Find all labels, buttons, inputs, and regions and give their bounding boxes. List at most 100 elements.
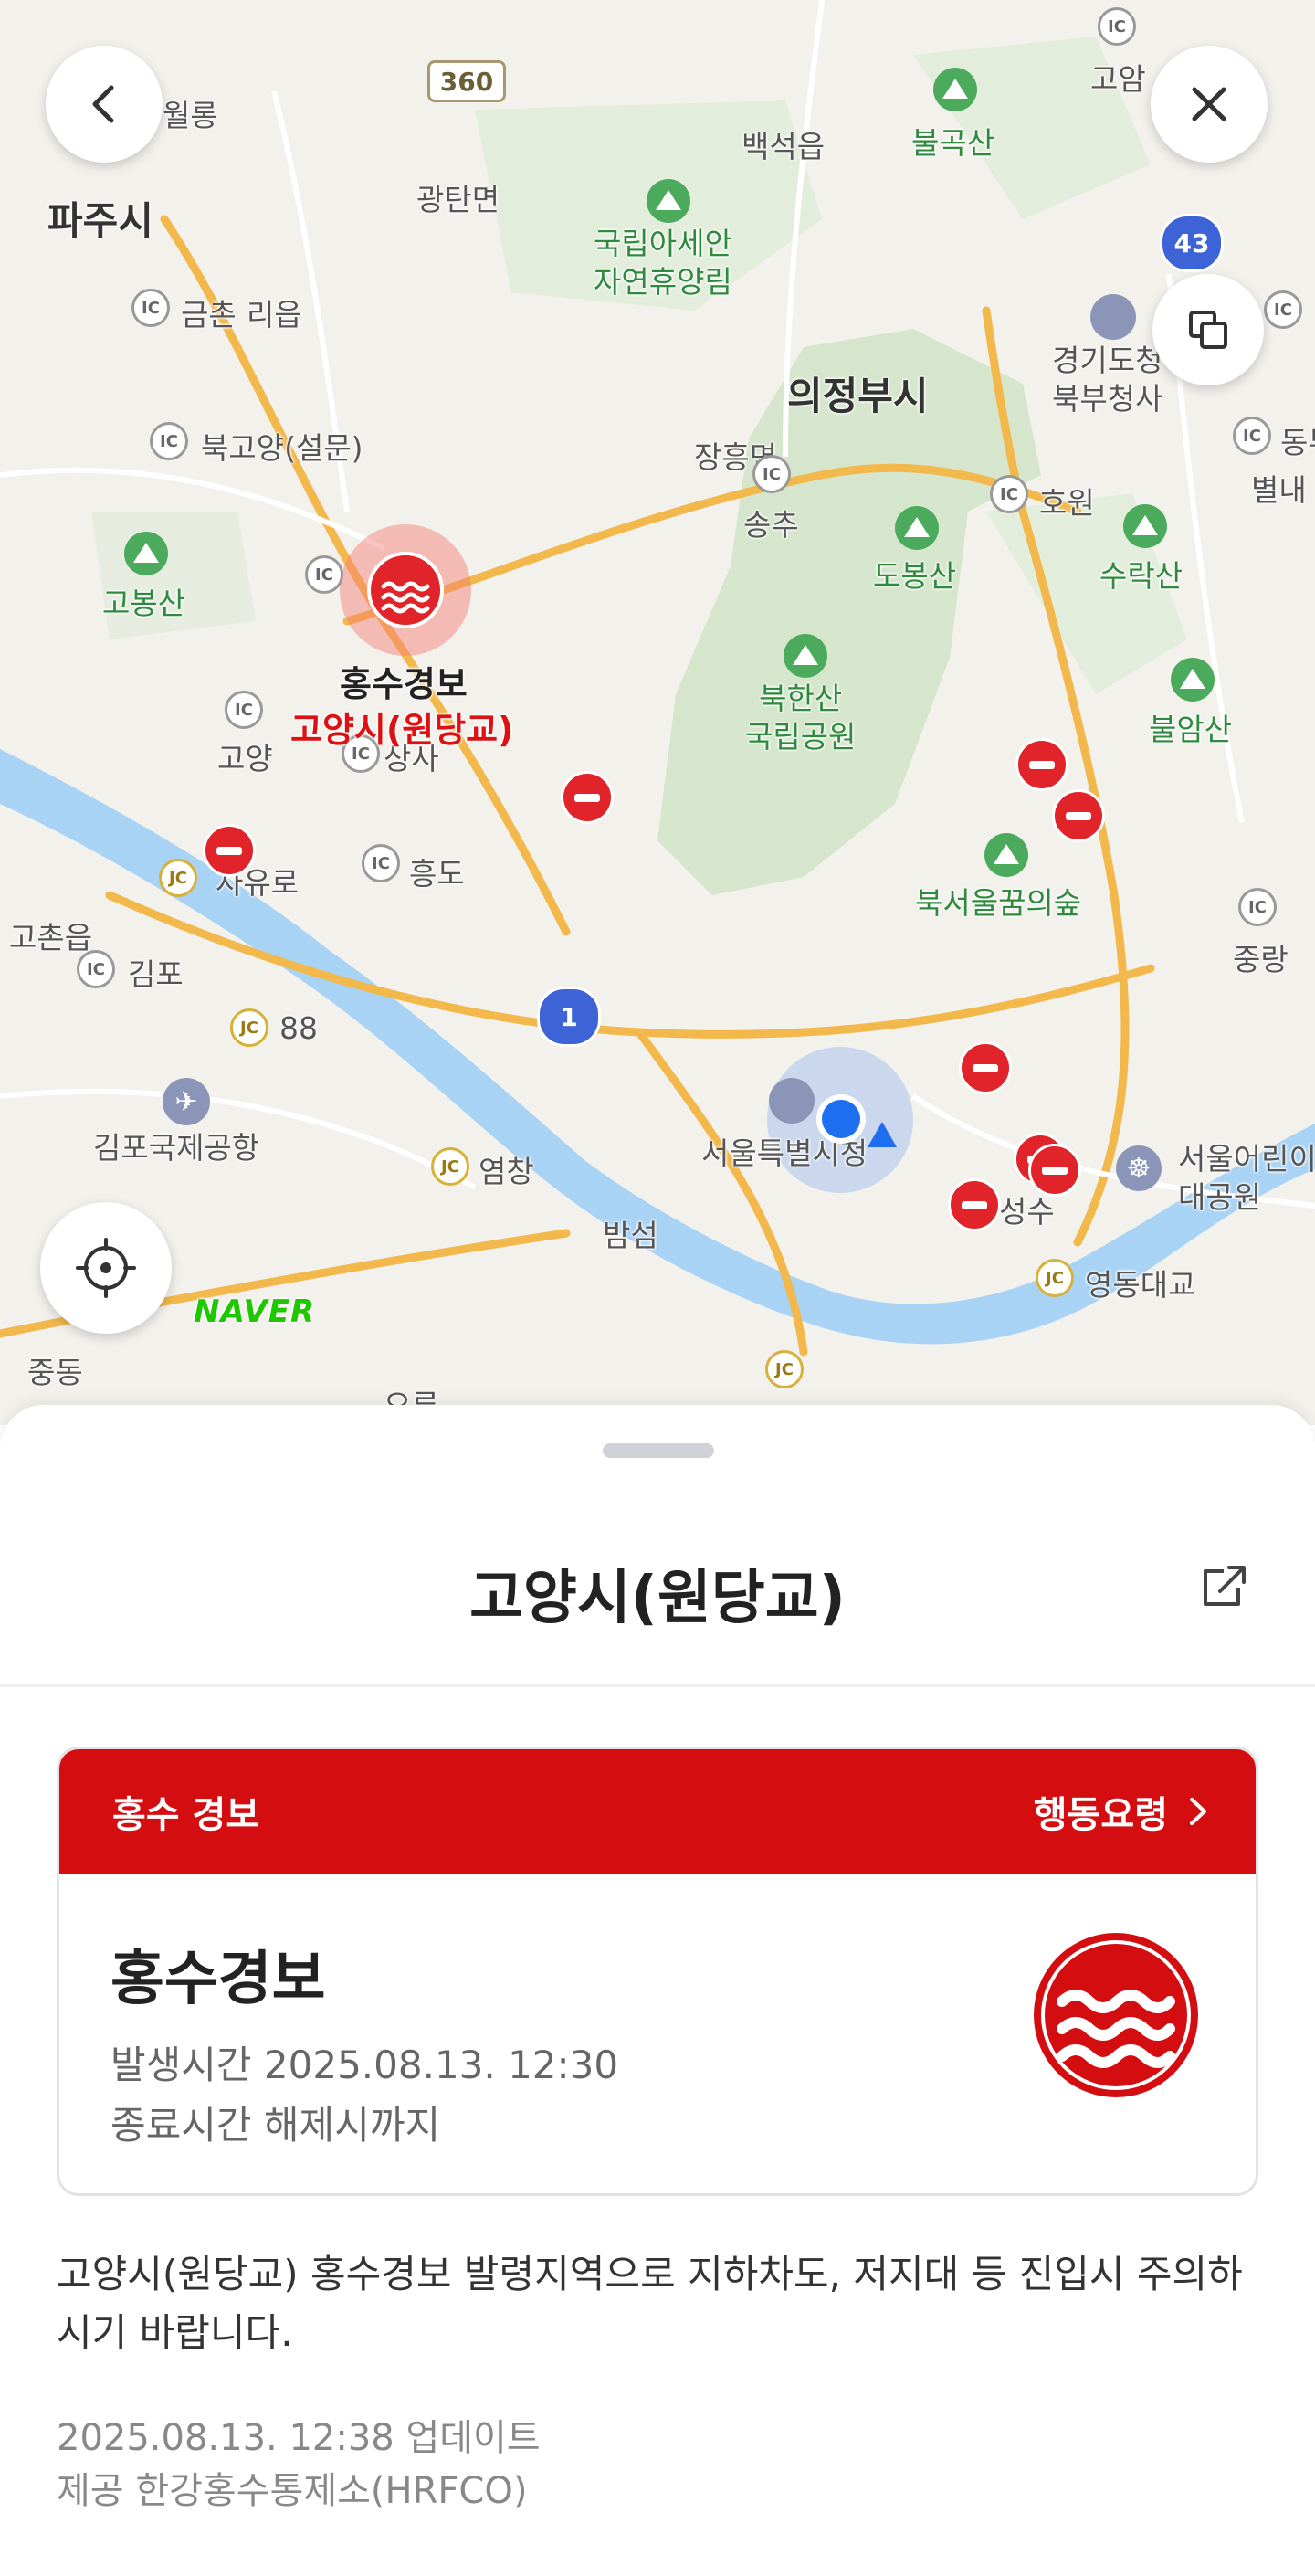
map-label-jungdong: 중동 xyxy=(27,1355,83,1390)
map-label-route88: 88 xyxy=(279,1010,318,1046)
map-label-bukhan: 북한산 국립공원 xyxy=(745,681,857,755)
warning-description: 고양시(원당교) 홍수경보 발령지역으로 지하차도, 저지대 등 진입시 주의하… xyxy=(57,2252,1243,2355)
map-label-dobong: 도봉산 xyxy=(873,558,957,594)
mountain-icon xyxy=(784,634,827,678)
map-label-geumchon: 금촌 xyxy=(181,297,237,333)
map-label-gochon: 고촌읍 xyxy=(9,920,93,955)
flood-warning-icon xyxy=(1034,1933,1198,2097)
mountain-icon xyxy=(895,506,939,550)
map-label-yeongdong: 영동대교 xyxy=(1085,1267,1196,1303)
map-label-surak: 수락산 xyxy=(1099,558,1184,594)
road-closed-icon[interactable] xyxy=(203,824,256,877)
crosshair-icon xyxy=(76,1238,136,1298)
heading-arrow-icon xyxy=(868,1122,897,1147)
ferris-wheel-icon: ☸ xyxy=(1116,1145,1162,1191)
map-label-gobong: 고봉산 xyxy=(102,586,186,621)
naver-logo: NAVER xyxy=(194,1293,316,1330)
jc-marker: JC xyxy=(1036,1259,1074,1297)
mountain-icon xyxy=(647,179,690,223)
map-label-goyang2: 고양 xyxy=(217,741,273,776)
warning-title: 홍수경보 xyxy=(110,1946,326,2013)
warning-type-label: 홍수 경보 xyxy=(112,1794,260,1836)
layers-icon xyxy=(1189,311,1227,349)
flood-warning-icon xyxy=(381,581,430,614)
my-location-button[interactable] xyxy=(40,1202,172,1334)
flood-pin-title: 홍수경보 xyxy=(340,664,468,704)
map-label-uijeongbu: 의정부시 xyxy=(787,374,929,418)
close-button[interactable] xyxy=(1151,46,1268,163)
flood-warning-pin[interactable] xyxy=(367,552,444,628)
sheet-drag-handle[interactable] xyxy=(603,1443,714,1458)
map-label-bamseom: 밤섬 xyxy=(603,1218,658,1253)
share-button[interactable] xyxy=(1196,1558,1251,1613)
route-360-shield: 360 xyxy=(427,60,506,102)
map-label-yeomchang: 염창 xyxy=(479,1154,534,1189)
map-view[interactable]: 파주시 월롱 광탄면 백석읍 불곡산 고암 국립아세안 자연휴양림 금촌 리읍 … xyxy=(0,0,1315,1425)
divider xyxy=(0,1684,1315,1687)
jc-marker: JC xyxy=(159,859,197,897)
map-label-paju: 파주시 xyxy=(47,198,153,243)
map-label-dongbu: 동부 xyxy=(1280,425,1315,460)
ic-marker: IC xyxy=(1098,7,1136,46)
map-label-jungnang: 중랑 xyxy=(1233,942,1289,977)
road-closed-icon[interactable] xyxy=(959,1041,1012,1094)
flood-pin-place: 고양시(원당교) xyxy=(290,710,514,750)
ic-marker: IC xyxy=(1233,417,1271,455)
mountain-icon xyxy=(933,68,977,111)
government-building-icon xyxy=(1090,294,1136,340)
map-label-bulam: 불암산 xyxy=(1149,712,1233,747)
current-location-dot xyxy=(816,1094,866,1144)
road-closed-icon[interactable] xyxy=(1015,738,1068,791)
map-label-bulgok: 불곡산 xyxy=(911,125,995,161)
map-label-gyeonggi: 경기도청 북부청사 xyxy=(1052,343,1163,417)
road-closed-icon[interactable] xyxy=(948,1178,1001,1231)
map-label-bukseoul: 북서울꿈의숲 xyxy=(915,885,1082,921)
map-label-bukgoyang: 북고양(설문) xyxy=(201,430,363,466)
jc-marker: JC xyxy=(230,1008,268,1047)
share-icon xyxy=(1204,1566,1246,1606)
map-label-forest: 국립아세안 자연휴양림 xyxy=(594,226,732,300)
ic-marker: IC xyxy=(305,555,343,594)
map-label-goam: 고암 xyxy=(1090,61,1146,97)
data-provider: 제공 한강홍수통제소(HRFCO) xyxy=(57,2470,528,2512)
map-label-songchu: 송추 xyxy=(743,507,799,543)
jc-marker: JC xyxy=(765,1350,804,1388)
warning-card-header: 홍수 경보 행동요령 xyxy=(59,1749,1256,1874)
road-closed-icon[interactable] xyxy=(561,771,614,824)
jc-marker: JC xyxy=(431,1147,469,1186)
page-title: 고양시(원당교) xyxy=(469,1565,846,1632)
ic-marker: IC xyxy=(77,950,115,988)
map-label-gwangtan: 광탄면 xyxy=(416,182,500,217)
end-time: 종료시간 해제시까지 xyxy=(110,2103,441,2148)
bottom-sheet[interactable]: 고양시(원당교) 홍수 경보 행동요령 홍수경보 발생시간 2025.08.13… xyxy=(0,1405,1315,2576)
chevron-left-icon xyxy=(92,85,114,123)
back-button[interactable] xyxy=(46,46,163,163)
ic-marker: IC xyxy=(1238,888,1277,926)
airport-icon: ✈ xyxy=(163,1078,210,1125)
ic-marker: IC xyxy=(362,844,400,882)
map-label-children-park: 서울어린이 대공원 xyxy=(1178,1141,1315,1215)
chevron-right-icon xyxy=(1190,1798,1206,1825)
mountain-icon xyxy=(1123,504,1167,548)
layers-button[interactable] xyxy=(1152,274,1264,385)
map-label-byeolnae: 별내 xyxy=(1251,472,1307,508)
route-1-shield: 1 xyxy=(537,987,601,1047)
map-label-airport: 김포국제공항 xyxy=(93,1130,260,1166)
route-43-shield: 43 xyxy=(1160,214,1224,272)
mountain-icon xyxy=(124,532,168,575)
updated-time: 2025.08.13. 12:38 업데이트 xyxy=(57,2417,541,2459)
issued-time: 발생시간 2025.08.13. 12:30 xyxy=(110,2043,619,2087)
ic-marker: IC xyxy=(1264,290,1302,329)
ic-marker: IC xyxy=(225,691,263,729)
close-icon xyxy=(1192,87,1226,121)
ic-marker: IC xyxy=(132,289,170,327)
mountain-icon xyxy=(984,833,1028,877)
action-guide-link[interactable]: 행동요령 xyxy=(1034,1785,1208,1838)
road-closed-icon[interactable] xyxy=(1028,1144,1081,1197)
ic-marker: IC xyxy=(150,422,188,460)
road-closed-icon[interactable] xyxy=(1052,789,1105,842)
ic-marker: IC xyxy=(990,475,1028,513)
map-label-ri: 리읍 xyxy=(247,297,302,333)
map-label-howon: 호원 xyxy=(1039,485,1095,521)
map-label-gimpo: 김포 xyxy=(128,956,184,992)
